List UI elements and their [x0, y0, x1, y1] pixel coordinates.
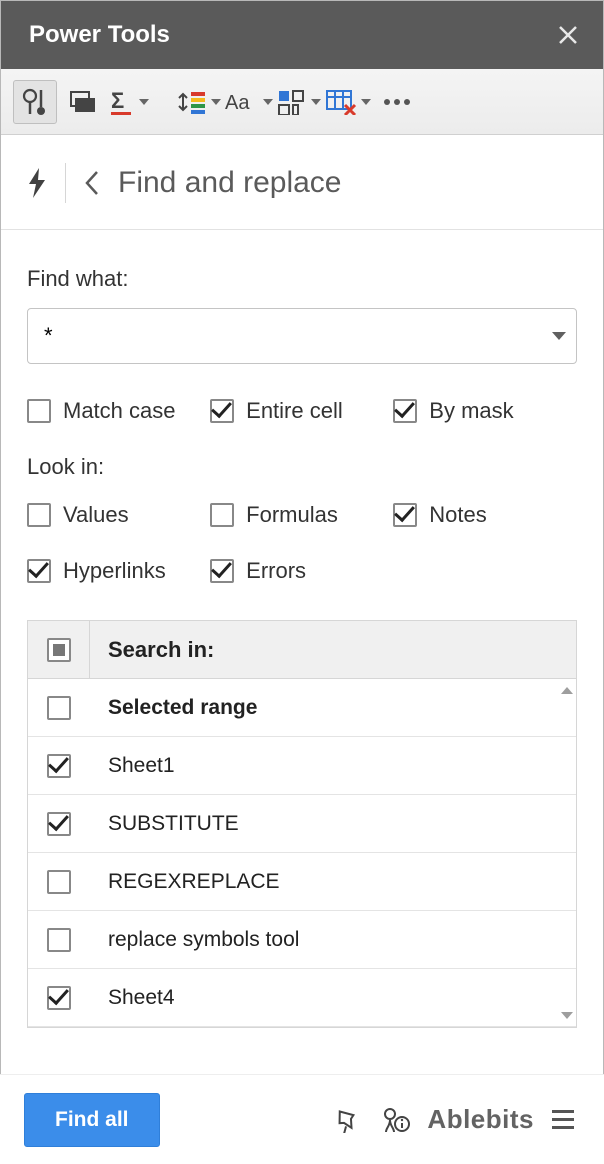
- formulas-checkbox[interactable]: Formulas: [210, 502, 393, 528]
- checkbox-icon: [27, 399, 51, 423]
- row-checkbox[interactable]: [28, 870, 90, 894]
- match-case-label: Match case: [63, 398, 176, 424]
- find-options-row: Match case Entire cell By mask: [27, 398, 577, 424]
- by-mask-checkbox[interactable]: By mask: [393, 398, 576, 424]
- row-checkbox[interactable]: [28, 754, 90, 778]
- look-in-label: Look in:: [27, 454, 577, 480]
- notes-label: Notes: [429, 502, 486, 528]
- search-in-table: Search in: Selected range Sheet1 SUBSTITUT…: [27, 620, 577, 1028]
- values-label: Values: [63, 502, 129, 528]
- entire-cell-label: Entire cell: [246, 398, 343, 424]
- values-checkbox[interactable]: Values: [27, 502, 210, 528]
- table-row[interactable]: REGEXREPLACE: [28, 853, 576, 911]
- close-icon[interactable]: [557, 24, 579, 46]
- brand-label: Ablebits: [427, 1104, 534, 1135]
- checkbox-icon: [210, 559, 234, 583]
- checkbox-icon: [47, 870, 71, 894]
- checkbox-icon: [47, 754, 71, 778]
- table-header: Search in:: [28, 621, 576, 679]
- chevron-down-icon: [211, 99, 221, 105]
- toolbar-sheets[interactable]: [61, 80, 105, 124]
- checkbox-icon: [27, 503, 51, 527]
- row-checkbox[interactable]: [28, 812, 90, 836]
- toolbar-more[interactable]: [375, 80, 419, 124]
- app-title: Power Tools: [29, 21, 170, 49]
- look-in-row-1: Values Formulas Notes: [27, 502, 577, 528]
- chevron-down-icon: [361, 99, 371, 105]
- toolbar-smart-toolbar[interactable]: [13, 80, 57, 124]
- table-row[interactable]: Selected range: [28, 679, 576, 737]
- select-all-checkbox[interactable]: [28, 621, 90, 678]
- toolbar-remove[interactable]: [325, 89, 371, 115]
- checkbox-icon: [47, 928, 71, 952]
- hyperlinks-label: Hyperlinks: [63, 558, 166, 584]
- notes-checkbox[interactable]: Notes: [393, 502, 576, 528]
- table-body[interactable]: Selected range Sheet1 SUBSTITUTE REGEXREPLA…: [28, 679, 576, 1027]
- find-label: Find what:: [27, 266, 577, 292]
- row-label: replace symbols tool: [90, 928, 299, 952]
- toolbar: Σ Aa: [1, 69, 603, 135]
- row-label: REGEXREPLACE: [90, 870, 280, 894]
- look-in-row-2: Hyperlinks Errors: [27, 558, 577, 584]
- errors-checkbox[interactable]: Errors: [210, 558, 393, 584]
- table-row[interactable]: Sheet1: [28, 737, 576, 795]
- pin-icon[interactable]: [327, 1100, 367, 1140]
- content: Find what: Match case Entire cell By mas…: [1, 230, 603, 1038]
- checkbox-icon: [210, 503, 234, 527]
- entire-cell-checkbox[interactable]: Entire cell: [210, 398, 393, 424]
- checkbox-icon: [47, 986, 71, 1010]
- find-all-button[interactable]: Find all: [24, 1093, 160, 1147]
- row-label: Sheet1: [90, 754, 175, 778]
- errors-label: Errors: [246, 558, 306, 584]
- chevron-down-icon: [263, 99, 273, 105]
- dropdown-icon[interactable]: [552, 332, 566, 340]
- row-checkbox[interactable]: [28, 986, 90, 1010]
- row-checkbox[interactable]: [28, 696, 90, 720]
- titlebar: Power Tools: [1, 1, 603, 69]
- table-row[interactable]: replace symbols tool: [28, 911, 576, 969]
- bolt-icon[interactable]: [27, 168, 47, 198]
- toolbar-split[interactable]: [277, 89, 321, 115]
- menu-icon[interactable]: [546, 1104, 580, 1135]
- row-label: SUBSTITUTE: [90, 812, 239, 836]
- svg-text:Aa: Aa: [225, 92, 250, 114]
- find-input-wrap[interactable]: [27, 308, 577, 364]
- back-icon[interactable]: [84, 170, 100, 196]
- table-row[interactable]: SUBSTITUTE: [28, 795, 576, 853]
- toolbar-function[interactable]: Σ: [109, 88, 149, 116]
- find-input[interactable]: [44, 323, 552, 349]
- page-title: Find and replace: [118, 166, 341, 200]
- hyperlinks-checkbox[interactable]: Hyperlinks: [27, 558, 210, 584]
- toolbar-sort[interactable]: [177, 88, 221, 116]
- row-checkbox[interactable]: [28, 928, 90, 952]
- checkbox-icon: [47, 696, 71, 720]
- checkbox-icon: [27, 559, 51, 583]
- checkbox-icon: [210, 399, 234, 423]
- checkbox-icon: [393, 399, 417, 423]
- search-in-header-label: Search in:: [90, 637, 214, 663]
- svg-text:Σ: Σ: [111, 88, 124, 113]
- checkbox-indeterminate-icon: [47, 638, 71, 662]
- row-label: Selected range: [90, 696, 257, 720]
- footer: Find all Ablebits: [0, 1074, 604, 1164]
- page-header: Find and replace: [1, 135, 603, 230]
- by-mask-label: By mask: [429, 398, 513, 424]
- checkbox-icon: [47, 812, 71, 836]
- table-row[interactable]: Sheet4: [28, 969, 576, 1027]
- toolbar-text-case[interactable]: Aa: [225, 89, 273, 115]
- chevron-down-icon: [139, 99, 149, 105]
- divider: [65, 163, 66, 203]
- chevron-down-icon: [311, 99, 321, 105]
- info-icon[interactable]: [375, 1100, 415, 1140]
- row-label: Sheet4: [90, 986, 175, 1010]
- checkbox-icon: [393, 503, 417, 527]
- formulas-label: Formulas: [246, 502, 338, 528]
- match-case-checkbox[interactable]: Match case: [27, 398, 210, 424]
